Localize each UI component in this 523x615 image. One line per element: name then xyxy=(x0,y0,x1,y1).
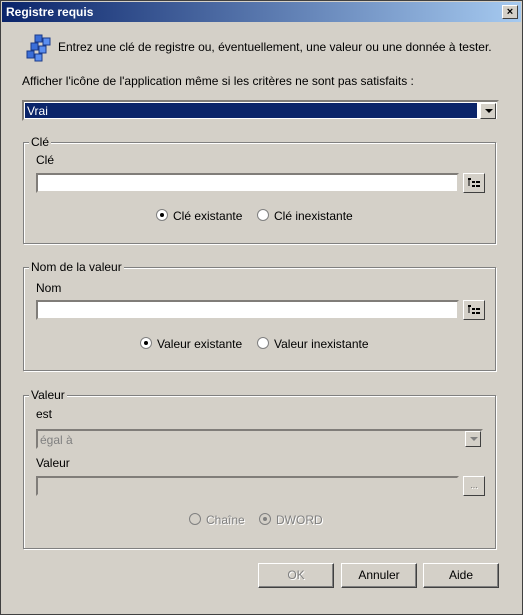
value-input[interactable] xyxy=(36,476,459,496)
value-nonexisting-radio[interactable] xyxy=(257,337,269,349)
title-bar[interactable]: Registre requis × xyxy=(2,2,521,22)
value-group-legend: Valeur xyxy=(29,388,67,402)
dword-label[interactable]: DWORD xyxy=(276,513,323,527)
value-group xyxy=(23,395,496,549)
value-name-input[interactable] xyxy=(36,300,459,320)
dword-radio[interactable] xyxy=(259,513,271,525)
show-icon-select[interactable]: Vrai xyxy=(22,100,499,121)
show-icon-label: Afficher l'icône de l'application même s… xyxy=(22,74,414,88)
value-name-field-label: Nom xyxy=(36,281,62,295)
value-existing-label[interactable]: Valeur existante xyxy=(157,337,242,351)
operator-label: est xyxy=(36,407,53,421)
key-nonexisting-radio[interactable] xyxy=(257,209,269,221)
key-group xyxy=(23,142,496,244)
close-button[interactable]: × xyxy=(502,5,518,19)
chevron-down-icon[interactable] xyxy=(480,103,496,119)
dialog-window: Registre requis × Entrez une clé de regi… xyxy=(0,0,523,615)
key-existing-label[interactable]: Clé existante xyxy=(173,209,242,223)
registry-icon xyxy=(23,33,53,63)
cancel-button[interactable]: Annuler xyxy=(341,563,417,588)
operator-select[interactable]: égal à xyxy=(36,429,483,449)
value-field-label: Valeur xyxy=(36,456,70,470)
ok-button[interactable]: OK xyxy=(258,563,334,588)
value-name-browse-button[interactable] xyxy=(463,300,485,320)
key-input[interactable] xyxy=(36,173,459,193)
window-title: Registre requis xyxy=(6,5,94,19)
chevron-down-icon[interactable] xyxy=(465,431,481,447)
value-browse-button[interactable]: ... xyxy=(463,476,485,496)
key-field-label: Clé xyxy=(36,153,55,167)
value-existing-radio[interactable] xyxy=(140,337,152,349)
registry-tree-icon xyxy=(468,178,480,187)
intro-text: Entrez une clé de registre ou, éventuell… xyxy=(58,40,492,54)
show-icon-select-value: Vrai xyxy=(27,104,48,118)
registry-tree-icon xyxy=(468,305,480,314)
value-name-group-legend: Nom de la valeur xyxy=(29,260,124,274)
key-group-legend: Clé xyxy=(29,135,52,149)
value-nonexisting-label[interactable]: Valeur inexistante xyxy=(274,337,369,351)
string-label[interactable]: Chaîne xyxy=(206,513,245,527)
key-nonexisting-label[interactable]: Clé inexistante xyxy=(274,209,353,223)
string-radio[interactable] xyxy=(189,513,201,525)
operator-select-value: égal à xyxy=(40,433,73,447)
key-browse-button[interactable] xyxy=(463,173,485,193)
help-button[interactable]: Aide xyxy=(423,563,499,588)
key-existing-radio[interactable] xyxy=(156,209,168,221)
